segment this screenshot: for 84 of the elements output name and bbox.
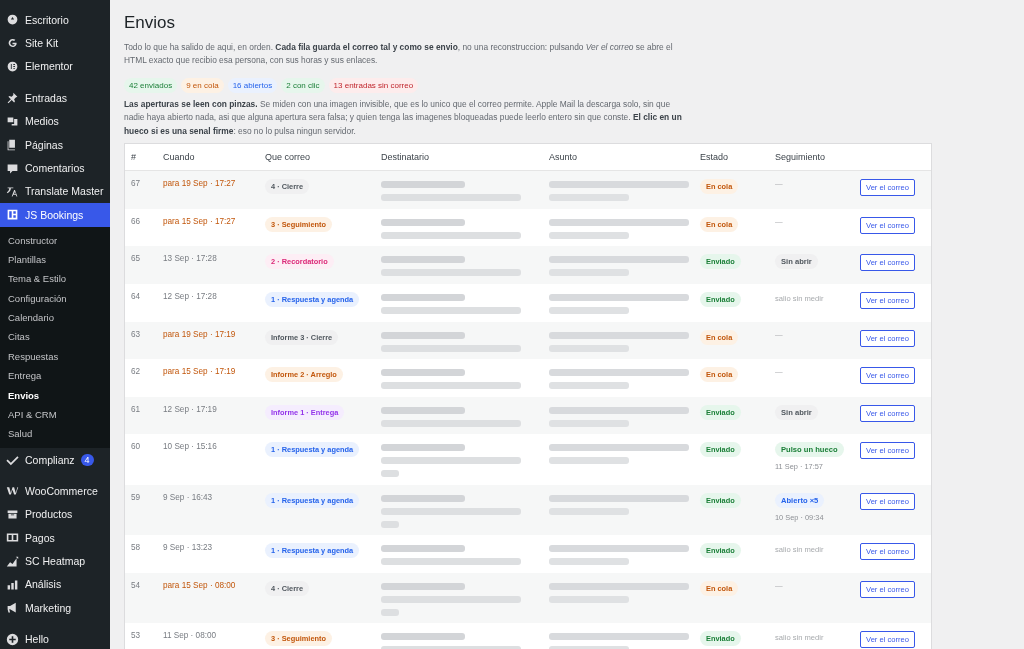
submenu-item[interactable]: API & CRM xyxy=(0,405,110,425)
menu-icon xyxy=(6,36,19,50)
table-cell-text: 54 xyxy=(130,579,142,592)
submenu-item[interactable]: Salud xyxy=(0,424,110,444)
page-title: Envios xyxy=(124,13,177,33)
menu-item[interactable]: Hello xyxy=(0,627,110,649)
submenu-item[interactable]: Respuestas xyxy=(0,346,110,367)
menu-icon xyxy=(6,554,19,568)
table-cell-text: 10 Sep · 15:16 xyxy=(162,441,218,454)
menu-icon xyxy=(6,484,19,498)
table-cell-text: 12 Sep · 17:19 xyxy=(162,403,218,416)
submenu-item[interactable]: Citas xyxy=(0,327,110,347)
menu-icon xyxy=(6,91,19,105)
menu-item[interactable]: Entradas xyxy=(0,86,110,110)
stat-pill: 9 en cola xyxy=(181,77,224,93)
table-cell-text: 9 Sep · 16:43 xyxy=(162,491,214,504)
menu-icon xyxy=(6,184,19,198)
table-cell-text: 63 xyxy=(130,328,142,341)
stat-pill: 13 entradas sin correo xyxy=(328,77,419,93)
column-header: Estado xyxy=(699,152,730,163)
menu-icon xyxy=(6,208,19,222)
menu-icon xyxy=(6,531,19,545)
submenu-item[interactable]: Plantillas xyxy=(0,249,110,270)
menu-icon xyxy=(6,601,19,615)
intro-text: Todo lo que ha salido de aqui, en orden. Cada fila guarda el correo tal y como se envio, no una reconstruccion: pulsando Ver el correo se abre el HTML exacto que recibio esa persona, con sus horas y sus enlaces. xyxy=(124,41,674,68)
table-cell-text: 61 xyxy=(130,403,142,416)
table-cell-text: 64 xyxy=(130,290,142,303)
table-cell-text: 60 xyxy=(130,441,142,454)
column-header: Destinatario xyxy=(380,152,431,163)
table-cell-text: 65 xyxy=(130,253,142,266)
column-header: Asunto xyxy=(548,152,579,163)
stat-pill: 16 abiertos xyxy=(227,77,278,93)
column-header: Que correo xyxy=(264,152,312,163)
table-cell-text: para 15 Sep · 17:27 xyxy=(162,215,237,228)
menu-icon xyxy=(6,114,19,128)
stat-pill: 42 enviados xyxy=(124,77,178,93)
menu-item[interactable]: WooCommerce xyxy=(0,479,110,503)
table-cell-text: para 15 Sep · 17:19 xyxy=(162,366,237,379)
menu-icon xyxy=(6,577,19,591)
menu-item[interactable]: Pagos xyxy=(0,526,110,550)
menu-item[interactable]: Medios xyxy=(0,109,110,133)
submenu-item[interactable]: Entrega xyxy=(0,366,110,386)
column-header: Seguimiento xyxy=(774,152,827,163)
table-cell-text: 53 xyxy=(130,630,142,643)
column-header: # xyxy=(130,152,137,163)
note-text: Las aperturas se leen con pinzas. Se miden con una imagen invisible, que es lo unico que el correo permite. Apple Mail la descarga solo, sin que nadie haya abierto nada, asi que alguna apertura sera falsa; y quien tenga las imagenes bloqueadas puede leerlo entero sin que conste. El clic en un hueco si es una senal firme: eso no lo pulsa ningun servidor. xyxy=(124,97,683,138)
submenu-item[interactable]: Tema & Estilo xyxy=(0,269,110,289)
menu-item[interactable]: JS Bookings xyxy=(0,203,110,227)
menu-icon xyxy=(6,507,19,521)
table-cell-text: 66 xyxy=(130,215,142,228)
table-cell-text: 59 xyxy=(130,491,142,504)
menu-item[interactable]: Escritorio xyxy=(0,8,110,32)
table-cell-text: para 19 Sep · 17:19 xyxy=(162,328,237,341)
table-cell-text: 11 Sep · 08:00 xyxy=(162,630,218,643)
menu-item[interactable]: Translate Master xyxy=(0,179,110,204)
menu-icon xyxy=(6,632,19,646)
menu-item[interactable]: Complianz 4 xyxy=(0,447,110,472)
column-header: Cuando xyxy=(162,152,196,163)
menu-item[interactable]: Marketing xyxy=(0,596,110,620)
submenu-item[interactable]: Calendario xyxy=(0,308,110,328)
table-cell-text: 12 Sep · 17:28 xyxy=(162,290,218,303)
menu-icon xyxy=(6,453,19,466)
stat-pill: 2 con clic xyxy=(281,77,325,93)
table-cell-text: 58 xyxy=(130,542,142,555)
table-cell-text: 67 xyxy=(130,178,142,191)
menu-icon xyxy=(6,161,19,175)
menu-item[interactable]: Comentarios xyxy=(0,156,110,180)
menu-icon xyxy=(6,13,19,27)
submenu-item[interactable]: Envios xyxy=(0,385,110,406)
menu-item[interactable]: Site Kit xyxy=(0,31,110,55)
submenu-item[interactable]: Configuración xyxy=(0,288,110,309)
count-badge: 4 xyxy=(80,453,94,466)
menu-icon xyxy=(6,59,19,73)
menu-item[interactable]: Elementor xyxy=(0,54,110,79)
submenu-item[interactable]: Constructor xyxy=(0,230,110,250)
table-cell-text: 13 Sep · 17:28 xyxy=(162,253,218,266)
menu-item[interactable]: Análisis xyxy=(0,572,110,597)
table-cell-text: para 15 Sep · 08:00 xyxy=(162,579,237,592)
menu-item[interactable]: Productos xyxy=(0,502,110,526)
menu-item[interactable]: Páginas xyxy=(0,132,110,157)
table-cell-text: 62 xyxy=(130,366,142,379)
table-cell-text: 9 Sep · 13:23 xyxy=(162,542,214,555)
table-cell-text: para 19 Sep · 17:27 xyxy=(162,178,237,191)
menu-item[interactable]: SC Heatmap xyxy=(0,549,110,573)
